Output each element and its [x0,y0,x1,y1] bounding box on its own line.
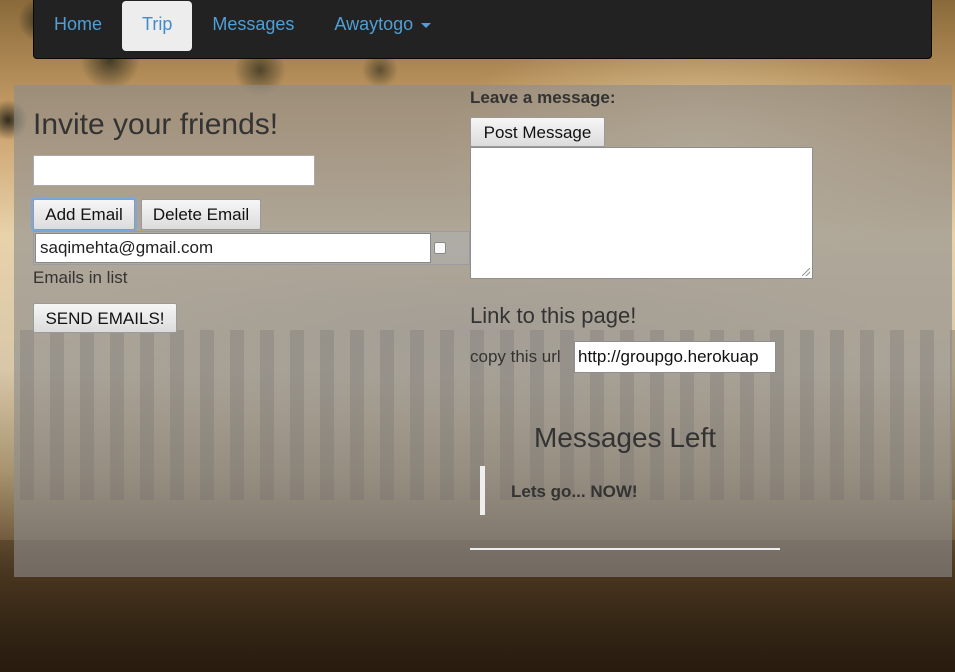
invite-title: Invite your friends! [33,108,279,141]
delete-email-button[interactable]: Delete Email [141,199,261,230]
email-select-checkbox[interactable] [434,242,446,254]
copy-url-label: copy this url [470,347,561,366]
nav-list: Home Trip Messages Awaytogo [34,1,451,51]
message-textarea[interactable] [470,147,813,279]
leave-message-label: Leave a message: [470,88,616,107]
resize-grip-icon[interactable] [802,268,810,276]
nav-home-link[interactable]: Home [34,1,122,51]
message-text-item: Lets go... NOW! [511,482,638,501]
nav-awaytogo-label: Awaytogo [334,14,414,34]
email-list-item: saqimehta@gmail.com [33,231,470,265]
messages-divider [470,548,780,550]
nav-messages-link[interactable]: Messages [192,1,314,51]
email-entry-field[interactable]: saqimehta@gmail.com [35,233,431,263]
messages-left-title: Messages Left [533,422,717,453]
post-message-button[interactable]: Post Message [470,117,605,147]
emails-in-list-label: Emails in list [33,268,128,287]
send-emails-button[interactable]: SEND EMAILS! [33,303,177,333]
link-title: Link to this page! [470,303,637,328]
invite-email-input[interactable] [33,155,315,186]
page-url-field[interactable]: http://groupgo.herokuap [574,341,776,373]
add-email-button[interactable]: Add Email [31,197,137,232]
nav-trip-link[interactable]: Trip [122,1,193,51]
caret-down-icon [421,22,432,28]
message-blockquote: Lets go... NOW! [480,466,780,515]
top-navbar: Home Trip Messages Awaytogo [33,0,932,59]
nav-awaytogo-dropdown[interactable]: Awaytogo [314,1,451,51]
